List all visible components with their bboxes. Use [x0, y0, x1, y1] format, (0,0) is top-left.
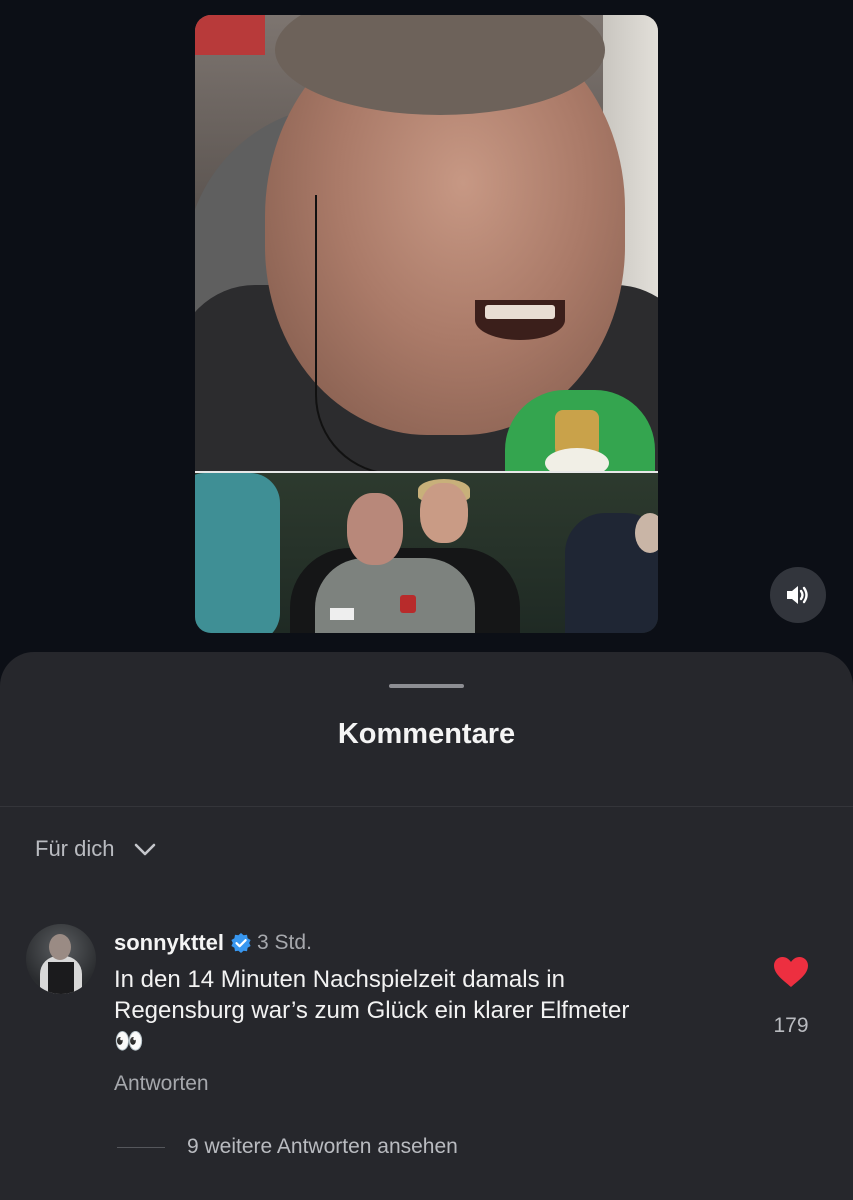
verified-badge-icon: [230, 932, 252, 954]
filter-label: Für dich: [35, 836, 115, 861]
comment-text-line: Regensburg war’s zum Glück ein klarer El…: [114, 997, 630, 1024]
like-button[interactable]: [771, 956, 811, 992]
heart-icon: [774, 957, 808, 987]
chevron-down-icon: [132, 836, 158, 862]
comment-item: sonnykttel 3 Std. In den 14 Minuten Nach…: [26, 924, 826, 1104]
comment-text: In den 14 Minuten Nachspielzeit damals i…: [114, 964, 734, 1057]
club-badge: [400, 595, 416, 613]
sheet-grabber[interactable]: [389, 684, 464, 688]
sound-toggle-button[interactable]: [770, 567, 826, 623]
comment-text-line: In den 14 Minuten Nachspielzeit damals i…: [114, 966, 565, 993]
comment-time: 3 Std.: [257, 931, 312, 954]
view-more-replies-button[interactable]: 9 weitere Antworten ansehen: [117, 1135, 458, 1159]
username[interactable]: sonnykttel: [114, 930, 224, 956]
like-count: 179: [773, 1014, 809, 1037]
speaker-icon: [787, 586, 808, 604]
avatar[interactable]: [26, 924, 96, 994]
view-more-replies-label: 9 weitere Antworten ansehen: [187, 1135, 458, 1158]
sheet-title: Kommentare: [337, 718, 516, 750]
comment-filter-dropdown[interactable]: Für dich: [35, 836, 158, 862]
sponsor-logo: [330, 608, 354, 620]
comment-meta: sonnykttel 3 Std.: [114, 930, 312, 956]
celebration-photo: [195, 473, 658, 633]
reply-button[interactable]: Antworten: [114, 1072, 209, 1096]
reel-video[interactable]: [195, 15, 658, 633]
comments-sheet: Kommentare Für dich sonnykttel 3 Std. In…: [0, 652, 853, 1200]
cup-logo: [545, 410, 609, 471]
interview-photo: [195, 15, 658, 471]
replies-line: [117, 1146, 165, 1148]
reel-screen: Kommentare Für dich sonnykttel 3 Std. In…: [0, 0, 853, 1200]
sheet-divider: [0, 806, 853, 807]
eyes-emoji: 👀: [114, 1027, 144, 1055]
